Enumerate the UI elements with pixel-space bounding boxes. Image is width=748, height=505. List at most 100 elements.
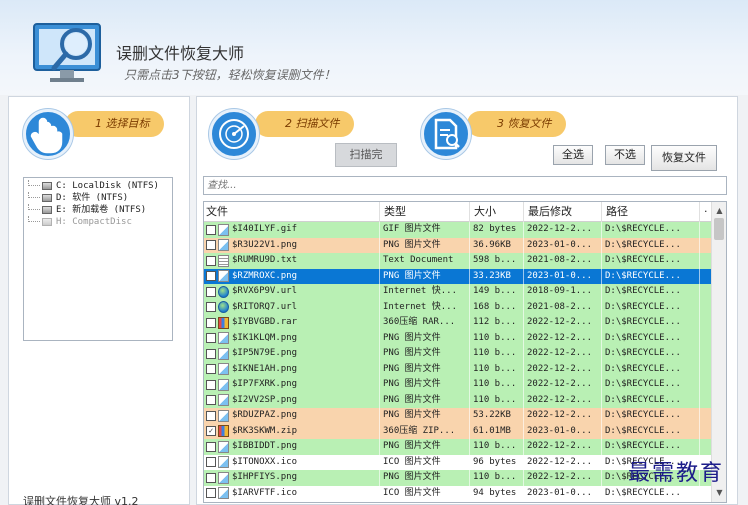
- row-checkbox[interactable]: [206, 379, 216, 390]
- file-type: PNG 图片文件: [380, 408, 470, 424]
- file-modified: 2022-12-2...: [524, 315, 602, 331]
- row-checkbox[interactable]: [206, 488, 216, 499]
- select-none-button[interactable]: 不选: [605, 145, 645, 165]
- table-row[interactable]: $IARVFTF.ico ICO 图片文件 94 bytes 2023-01-0...…: [204, 485, 712, 501]
- column-header-path[interactable]: 路径: [602, 202, 700, 222]
- scan-panel: 2 扫描文件 扫描完 3 恢复文件 全选 不选 恢复文件 文件 类型 大小 最后…: [196, 96, 738, 505]
- file-type: Internet 快...: [380, 299, 470, 315]
- row-checkbox[interactable]: [206, 286, 216, 297]
- table-row[interactable]: $IP7FXRK.png PNG 图片文件 110 b... 2022-12-2...…: [204, 377, 712, 393]
- table-row[interactable]: $R3U22V1.png PNG 图片文件 36.96KB 2023-01-0... D…: [204, 237, 712, 253]
- file-path: D:\$RECYCLE...: [602, 315, 700, 331]
- drive-tree[interactable]: C: LocalDisk (NTFS) D: 软件 (NTFS) E: 新加载卷…: [23, 177, 173, 341]
- image-file-icon: [218, 378, 229, 391]
- row-checkbox[interactable]: [206, 457, 216, 468]
- file-modified: 2023-01-0...: [524, 423, 602, 439]
- file-name: $IBBIDDT.png: [232, 441, 298, 451]
- file-cell: $RZMROXC.png: [204, 268, 380, 284]
- table-row[interactable]: $RZMROXC.png PNG 图片文件 33.23KB 2023-01-0... D…: [204, 268, 712, 284]
- file-type: PNG 图片文件: [380, 361, 470, 377]
- table-row[interactable]: $IKNE1AH.png PNG 图片文件 110 b... 2022-12-2...…: [204, 361, 712, 377]
- scan-button[interactable]: 扫描完: [335, 143, 397, 167]
- row-checkbox[interactable]: [206, 240, 216, 251]
- file-path: D:\$RECYCLE...: [602, 299, 700, 315]
- recover-button[interactable]: 恢复文件: [651, 145, 717, 171]
- image-file-icon: [218, 270, 229, 283]
- select-all-button[interactable]: 全选: [553, 145, 593, 165]
- search-input[interactable]: [203, 176, 727, 195]
- file-size: 149 b...: [470, 284, 524, 300]
- disk-icon: [42, 194, 52, 202]
- column-header-size[interactable]: 大小: [470, 202, 524, 222]
- table-row[interactable]: $RVX6P9V.url Internet 快... 149 b... 2018-09…: [204, 284, 712, 300]
- table-row[interactable]: $IK1KLQM.png PNG 图片文件 110 b... 2022-12-2...…: [204, 330, 712, 346]
- row-checkbox[interactable]: [206, 333, 216, 344]
- drive-item-h[interactable]: H: CompactDisc: [28, 216, 168, 228]
- row-checkbox[interactable]: [206, 271, 216, 282]
- table-row[interactable]: $I2VV2SP.png PNG 图片文件 110 b... 2022-12-2...…: [204, 392, 712, 408]
- file-size: 598 b...: [470, 253, 524, 269]
- table-row[interactable]: $IYBVGBD.rar 360压缩 RAR... 112 b... 2022-12-…: [204, 315, 712, 331]
- drive-item-d[interactable]: D: 软件 (NTFS): [28, 192, 168, 204]
- row-checkbox[interactable]: [206, 472, 216, 483]
- file-modified: 2022-12-2...: [524, 346, 602, 362]
- table-row[interactable]: $I40ILYF.gif GIF 图片文件 82 bytes 2022-12-2...…: [204, 222, 712, 238]
- row-checkbox[interactable]: [206, 317, 216, 328]
- file-modified: 2023-01-0...: [524, 237, 602, 253]
- image-file-icon: [218, 456, 229, 469]
- watermark-text: 最需教育: [628, 461, 725, 486]
- file-path: D:\$RECYCLE...: [602, 439, 700, 455]
- file-modified: 2018-09-1...: [524, 284, 602, 300]
- table-row[interactable]: ✓ $RK3SKWM.zip 360压缩 ZIP... 61.01MB 2023-01-…: [204, 423, 712, 439]
- file-name: $IHPFIYS.png: [232, 472, 298, 482]
- file-cell: $IKNE1AH.png: [204, 361, 380, 377]
- file-modified: 2023-01-0...: [524, 268, 602, 284]
- column-header-modified[interactable]: 最后修改: [524, 202, 602, 222]
- table-row[interactable]: $RUMRU9D.txt Text Document 598 b... 2021-08…: [204, 253, 712, 269]
- disk-icon: [42, 206, 52, 214]
- row-checkbox[interactable]: [206, 410, 216, 421]
- image-file-icon: [218, 347, 229, 360]
- image-file-icon: [218, 363, 229, 376]
- column-header-type[interactable]: 类型: [380, 202, 470, 222]
- step-2-label: 2 扫描文件: [255, 111, 354, 137]
- file-type: GIF 图片文件: [380, 222, 470, 238]
- row-checkbox[interactable]: [206, 441, 216, 452]
- file-cell: $RUMRU9D.txt: [204, 253, 380, 269]
- file-recover-icon: [434, 118, 460, 150]
- image-file-icon: [218, 394, 229, 407]
- scroll-up-icon[interactable]: ▲: [712, 204, 726, 218]
- app-logo-icon: [33, 23, 101, 82]
- disc-icon: [42, 218, 52, 226]
- scroll-down-icon[interactable]: ▼: [712, 486, 726, 500]
- image-file-icon: [218, 409, 229, 422]
- file-type: PNG 图片文件: [380, 346, 470, 362]
- row-checkbox[interactable]: [206, 302, 216, 313]
- file-size: 168 b...: [470, 299, 524, 315]
- row-checkbox[interactable]: [206, 395, 216, 406]
- file-name: $I2VV2SP.png: [232, 394, 298, 405]
- step-3-label: 3 恢复文件: [467, 111, 566, 137]
- file-cell: $IBBIDDT.png: [204, 439, 380, 455]
- table-row[interactable]: $RITORQ7.url Internet 快... 168 b... 2021-08…: [204, 299, 712, 315]
- row-checkbox[interactable]: ✓: [206, 426, 216, 437]
- file-modified: 2022-12-2...: [524, 408, 602, 424]
- file-type: PNG 图片文件: [380, 237, 470, 253]
- row-checkbox[interactable]: [206, 348, 216, 359]
- app-header: 误删文件恢复大师 只需点击3下按钮，轻松恢复误删文件！: [0, 0, 748, 95]
- row-checkbox[interactable]: [206, 364, 216, 375]
- drive-item-e[interactable]: E: 新加载卷 (NTFS): [28, 204, 168, 216]
- column-header-file[interactable]: 文件: [204, 202, 380, 222]
- scroll-thumb[interactable]: [714, 218, 724, 240]
- row-checkbox[interactable]: [206, 255, 216, 266]
- table-row[interactable]: $IP5N79E.png PNG 图片文件 110 b... 2022-12-2...…: [204, 346, 712, 362]
- row-checkbox[interactable]: [206, 224, 216, 235]
- text-file-icon: [218, 254, 229, 267]
- file-type: ICO 图片文件: [380, 454, 470, 470]
- file-size: 82 bytes: [470, 222, 524, 238]
- app-subtitle: 只需点击3下按钮，轻松恢复误删文件！: [124, 68, 336, 82]
- table-row[interactable]: $IBBIDDT.png PNG 图片文件 110 b... 2022-12-2...…: [204, 439, 712, 455]
- drive-item-c[interactable]: C: LocalDisk (NTFS): [28, 180, 168, 192]
- table-row[interactable]: $RDUZPAZ.png PNG 图片文件 53.22KB 2022-12-2... D…: [204, 408, 712, 424]
- file-modified: 2021-08-2...: [524, 253, 602, 269]
